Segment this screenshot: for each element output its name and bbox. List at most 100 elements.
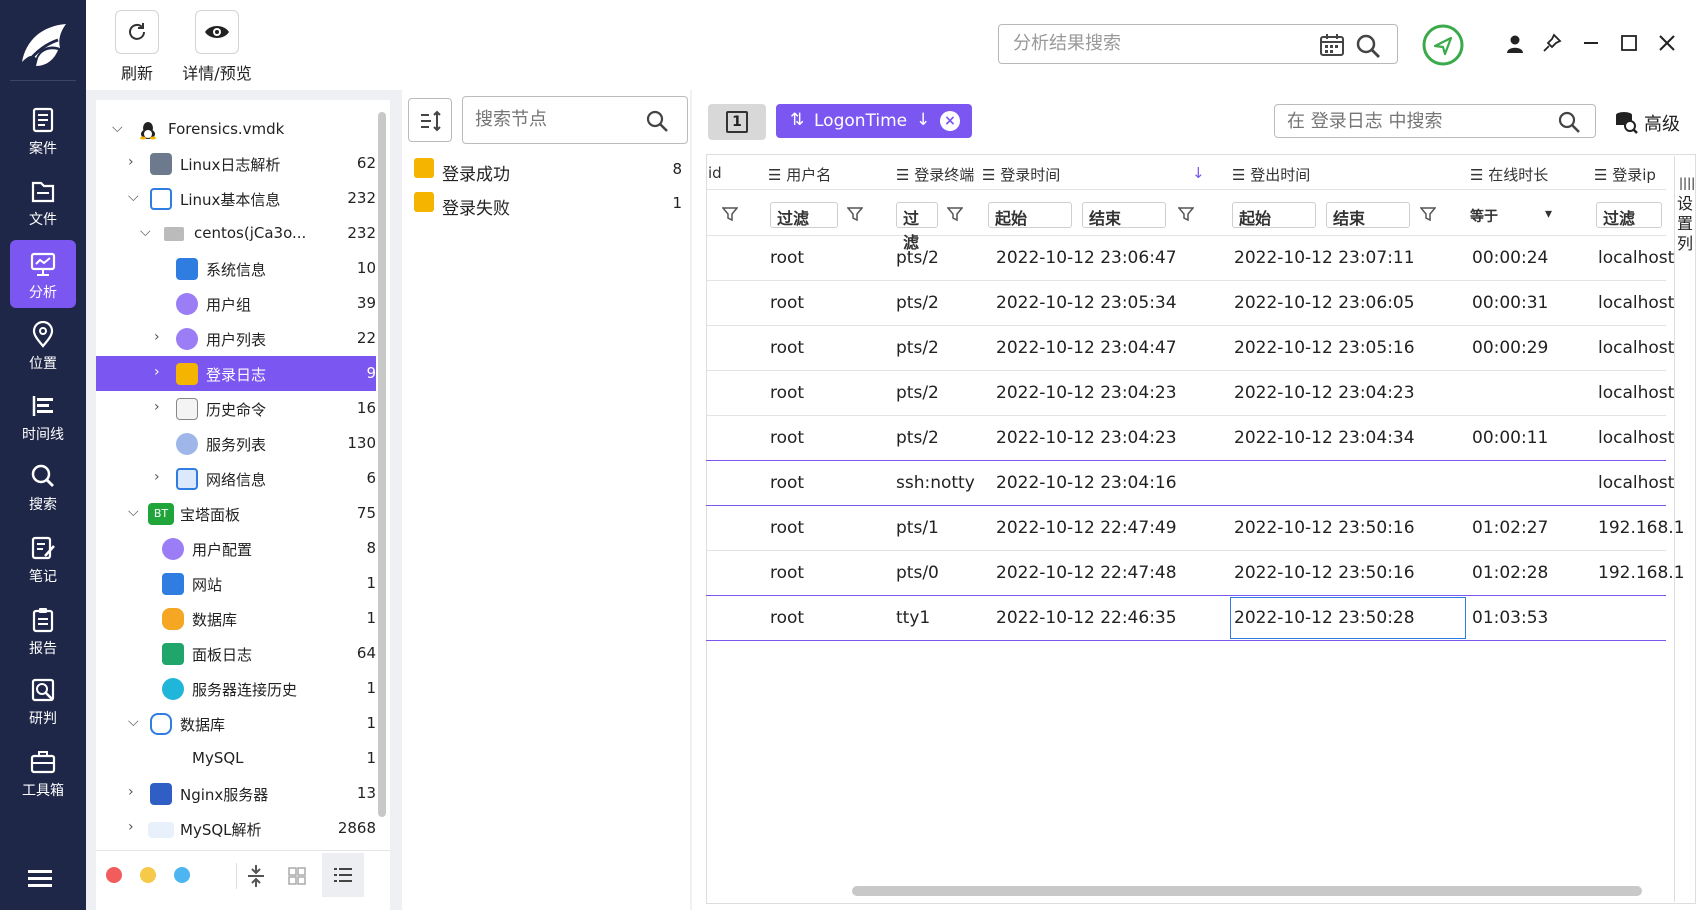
- close-icon[interactable]: [1658, 34, 1676, 52]
- tree-item-mysql-parse[interactable]: › MySQL解析 2868: [96, 811, 376, 846]
- table-row[interactable]: root pts/2 2022-10-12 23:05:34 2022-10-12 2…: [706, 281, 1674, 326]
- tree-item-panel-log[interactable]: 面板日志 64: [96, 636, 376, 671]
- list-item-login-fail[interactable]: 登录失败 1: [412, 188, 682, 220]
- chevron-down-icon[interactable]: ⌵: [128, 189, 139, 205]
- menu-icon[interactable]: [28, 870, 52, 888]
- login-end-input[interactable]: 结束: [1082, 202, 1166, 228]
- chevron-right-icon[interactable]: ›: [128, 784, 134, 800]
- pin-icon[interactable]: [1542, 33, 1562, 53]
- table-row[interactable]: root pts/2 2022-10-12 23:04:23 2022-10-12 2…: [706, 371, 1674, 416]
- horizontal-scrollbar[interactable]: [852, 886, 1642, 896]
- search-icon[interactable]: [1355, 33, 1381, 59]
- nav-location[interactable]: 位置: [0, 313, 86, 381]
- chevron-right-icon[interactable]: ›: [128, 819, 134, 835]
- chevron-right-icon[interactable]: ›: [154, 364, 160, 380]
- list-item-login-success[interactable]: 登录成功 8: [412, 154, 682, 186]
- table-row[interactable]: root pts/2 2022-10-12 23:04:23 2022-10-12 2…: [706, 416, 1674, 461]
- filter-icon[interactable]: [847, 206, 863, 222]
- tree-item-user-group[interactable]: 用户组 39: [96, 286, 376, 321]
- tree-item-website[interactable]: 网站 1: [96, 566, 376, 601]
- tree-item-server-history[interactable]: 服务器连接历史 1: [96, 671, 376, 706]
- nav-timeline[interactable]: 时间线: [0, 384, 86, 452]
- terminal-filter-input[interactable]: 过滤: [896, 202, 938, 252]
- tree-item-database-bt[interactable]: 数据库 1: [96, 601, 376, 636]
- list-item-label: 登录失败: [442, 199, 510, 219]
- table-row[interactable]: root pts/2 2022-10-12 23:06:47 2022-10-12 2…: [706, 236, 1674, 281]
- logout-end-input[interactable]: 结束: [1326, 202, 1410, 228]
- tree-item-network[interactable]: › 网络信息 6: [96, 461, 376, 496]
- node-search-input[interactable]: [475, 109, 635, 130]
- table-row[interactable]: root pts/1 2022-10-12 22:47:49 2022-10-12 2…: [706, 506, 1685, 551]
- filter-icon[interactable]: [722, 206, 738, 222]
- calendar-icon[interactable]: [1319, 33, 1345, 57]
- table-row[interactable]: root ssh:notty 2022-10-12 23:04:16 localhos…: [706, 461, 1674, 506]
- logout-start-input[interactable]: 起始: [1232, 202, 1316, 228]
- nav-analysis[interactable]: 分析: [10, 240, 76, 308]
- chevron-down-icon[interactable]: ⌵: [140, 224, 151, 240]
- chevron-right-icon[interactable]: ›: [154, 329, 160, 345]
- tree-root[interactable]: ⌵ Forensics.vmdk: [96, 112, 376, 147]
- nav-file[interactable]: 文件: [0, 169, 86, 237]
- tree-item-bt-panel[interactable]: ⌵ BT 宝塔面板 75: [96, 496, 376, 531]
- refresh-button[interactable]: 刷新: [110, 10, 164, 84]
- remove-sort-icon[interactable]: ×: [940, 111, 960, 131]
- chevron-down-icon[interactable]: ⌵: [112, 120, 123, 136]
- search-icon[interactable]: [645, 109, 669, 133]
- tree-item-linux-log[interactable]: › Linux日志解析 62: [96, 146, 376, 181]
- nav-toolbox[interactable]: 工具箱: [0, 740, 86, 808]
- collapse-icon[interactable]: [246, 863, 266, 889]
- sort-toggle-button[interactable]: [408, 98, 452, 142]
- duration-operator-select[interactable]: 等于 ▾: [1464, 202, 1556, 228]
- table-row[interactable]: root tty1 2022-10-12 22:46:35 2022-10-12 23…: [706, 596, 1666, 641]
- tree-item-database[interactable]: ⌵ 数据库 1: [96, 706, 376, 741]
- page-number-button[interactable]: 1: [708, 104, 766, 140]
- login-start-input[interactable]: 起始: [988, 202, 1072, 228]
- tree-item-system-info[interactable]: 系统信息 10: [96, 251, 376, 286]
- detail-preview-button[interactable]: 详情/预览: [174, 10, 260, 84]
- tree-item-linux-basic[interactable]: ⌵ Linux基本信息 232: [96, 181, 376, 216]
- pin-location-icon[interactable]: [1422, 24, 1464, 66]
- focused-cell[interactable]: [1230, 597, 1466, 639]
- tree-item-user-config[interactable]: 用户配置 8: [96, 531, 376, 566]
- tree-item-mysql[interactable]: MySQL 1: [96, 741, 376, 776]
- chevron-right-icon[interactable]: ›: [154, 469, 160, 485]
- user-icon[interactable]: [1506, 34, 1524, 54]
- tree-item-login-log[interactable]: › 登录日志 9: [96, 356, 376, 391]
- tree-bottom-bar: [96, 850, 390, 900]
- red-dot-icon[interactable]: [106, 867, 122, 883]
- search-icon[interactable]: [1557, 110, 1581, 134]
- grid-view-icon[interactable]: [288, 867, 306, 885]
- filter-icon[interactable]: [1178, 206, 1194, 222]
- advanced-search-button[interactable]: 高级: [1612, 104, 1704, 138]
- filter-icon[interactable]: [947, 206, 963, 222]
- nav-case[interactable]: 案件: [0, 98, 86, 166]
- tree-item-centos[interactable]: ⌵ centos(jCa3o... 232: [96, 216, 376, 251]
- tree-item-nginx[interactable]: › Nginx服务器 13: [96, 776, 376, 811]
- username-filter-input[interactable]: 过滤: [770, 202, 838, 228]
- sort-chip[interactable]: ⇅ LogonTime ↓ ×: [776, 104, 972, 138]
- tree-scrollbar[interactable]: [378, 112, 386, 817]
- tree-panel: ⌵ Forensics.vmdk › Linux日志解析 62 ⌵ Linux基…: [96, 100, 390, 910]
- tree-item-history[interactable]: › 历史命令 16: [96, 391, 376, 426]
- table-row[interactable]: root pts/0 2022-10-12 22:47:48 2022-10-12 2…: [706, 551, 1685, 596]
- nav-report[interactable]: 报告: [0, 598, 86, 666]
- maximize-icon[interactable]: [1620, 34, 1638, 52]
- chevron-right-icon[interactable]: ›: [154, 399, 160, 415]
- chevron-down-icon[interactable]: ⌵: [128, 714, 139, 730]
- nav-search[interactable]: 搜索: [0, 454, 86, 522]
- tree-item-services[interactable]: 服务列表 130: [96, 426, 376, 461]
- nav-judge[interactable]: 研判: [0, 668, 86, 736]
- chevron-right-icon[interactable]: ›: [128, 154, 134, 170]
- filter-icon[interactable]: [1420, 206, 1436, 222]
- table-search-input[interactable]: [1287, 111, 1547, 132]
- ip-filter-input[interactable]: 过滤: [1596, 202, 1662, 228]
- analysis-search-input[interactable]: [1013, 33, 1293, 54]
- tree-item-user-list[interactable]: › 用户列表 22: [96, 321, 376, 356]
- minimize-icon[interactable]: [1582, 34, 1600, 52]
- table-row[interactable]: root pts/2 2022-10-12 23:04:47 2022-10-12 2…: [706, 326, 1674, 371]
- blue-dot-icon[interactable]: [174, 867, 190, 883]
- chevron-down-icon[interactable]: ⌵: [128, 504, 139, 520]
- list-view-button[interactable]: [322, 853, 364, 897]
- nav-note[interactable]: 笔记: [0, 526, 86, 594]
- yellow-dot-icon[interactable]: [140, 867, 156, 883]
